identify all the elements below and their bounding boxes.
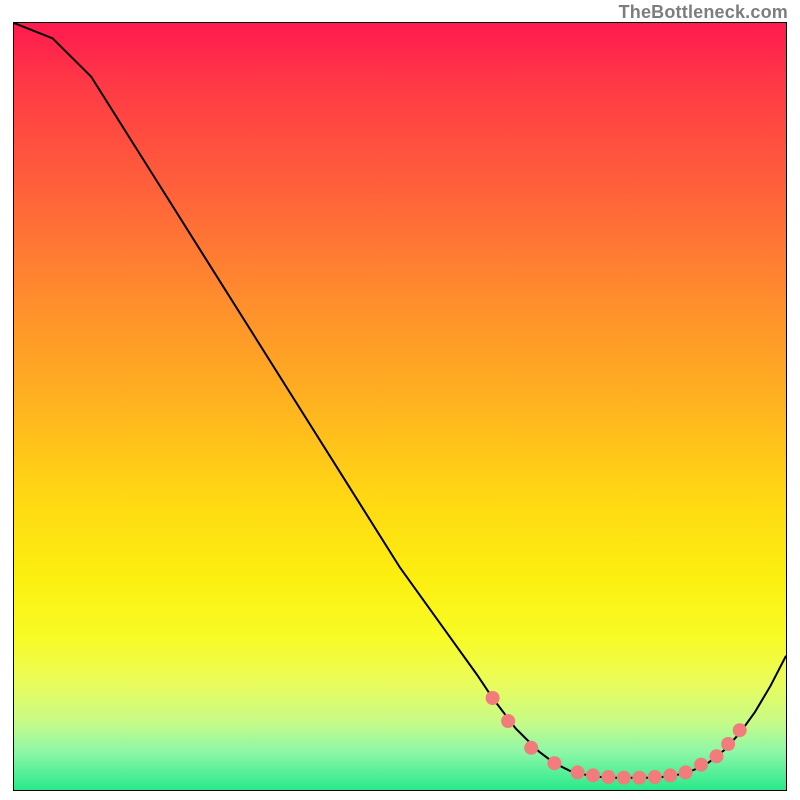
curve-dot [733,723,747,737]
bottleneck-plot [13,22,787,791]
curve-layer [14,23,786,790]
curve-dot [679,765,693,779]
curve-dot [586,768,600,782]
curve-dot [663,768,677,782]
curve-dot [632,771,646,785]
curve-dot [721,737,735,751]
curve-dot [486,691,500,705]
curve-dot [547,756,561,770]
curve-dot [648,770,662,784]
bottleneck-curve-path [14,23,786,778]
chart-frame: TheBottleneck.com [0,0,800,800]
curve-dot [694,758,708,772]
curve-dot [617,771,631,785]
curve-dot [524,741,538,755]
curve-dot [601,770,615,784]
curve-dot [571,765,585,779]
curve-dot [710,749,724,763]
watermark-text: TheBottleneck.com [619,2,788,23]
curve-dot [501,714,515,728]
